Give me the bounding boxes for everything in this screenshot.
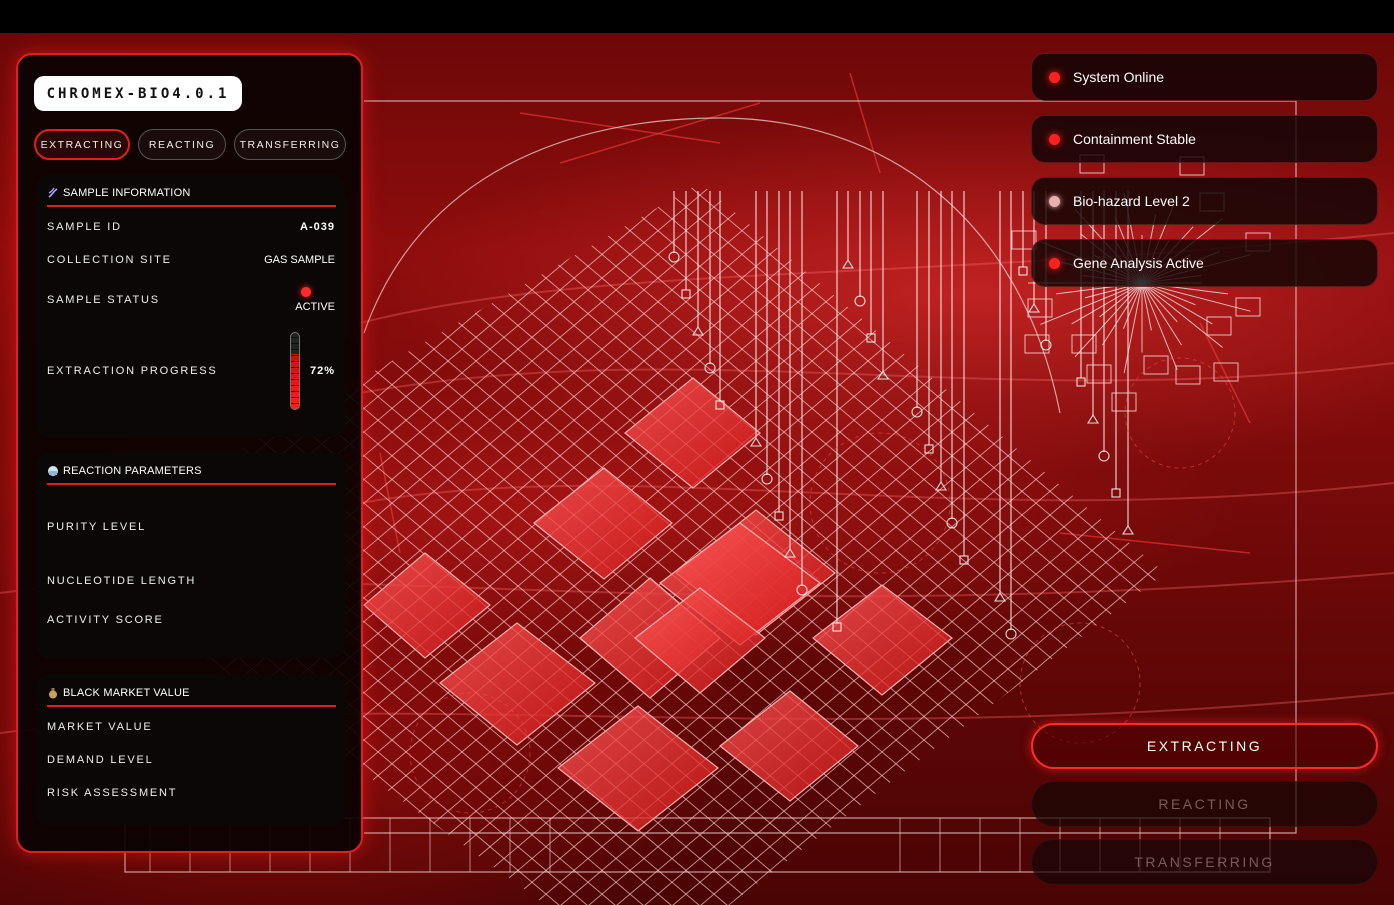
status-indicator-dot (301, 287, 311, 297)
sample-id-value: A-039 (300, 221, 335, 233)
status-biohazard-level: Bio-hazard Level 2 (1031, 177, 1378, 225)
reaction-parameters-card: REACTION PARAMETERS PURITY LEVEL NUCLEOT… (36, 453, 345, 658)
status-led (1049, 257, 1060, 269)
collection-site-label: COLLECTION SITE (47, 254, 172, 266)
sample-id-label: SAMPLE ID (47, 221, 122, 233)
demand-level-label: DEMAND LEVEL (47, 754, 154, 766)
extracting-button[interactable]: EXTRACTING (1031, 723, 1378, 769)
status-text: System Online (1073, 69, 1165, 85)
sample-status-value: ACTIVE (295, 301, 335, 313)
dna-icon (48, 187, 58, 198)
extraction-progress-label: EXTRACTION PROGRESS (47, 365, 218, 377)
purity-level-label: PURITY LEVEL (47, 521, 147, 533)
top-bar (0, 0, 1394, 43)
sample-information-card: SAMPLE INFORMATION SAMPLE ID A-039 COLLE… (36, 175, 345, 437)
nucleotide-length-label: NUCLEOTIDE LENGTH (47, 575, 197, 587)
market-value-label: MARKET VALUE (47, 721, 153, 733)
status-text: Bio-hazard Level 2 (1073, 193, 1190, 209)
sample-information-title: SAMPLE INFORMATION (63, 187, 191, 199)
tab-extracting[interactable]: EXTRACTING (34, 129, 130, 160)
status-led (1049, 71, 1060, 83)
reacting-button[interactable]: REACTING (1031, 781, 1378, 827)
extraction-progress-value: 72% (309, 365, 335, 377)
status-text: Gene Analysis Active (1073, 255, 1204, 271)
black-market-value-card: BLACK MARKET VALUE MARKET VALUE DEMAND L… (36, 675, 345, 825)
transferring-button[interactable]: TRANSFERRING (1031, 839, 1378, 885)
visualization-stage: CHROMEX-BIO4.0.1 EXTRACTING REACTING TRA… (0, 33, 1394, 905)
collection-site-value: GAS SAMPLE (264, 254, 335, 266)
status-system-online: System Online (1031, 53, 1378, 101)
tab-transferring[interactable]: TRANSFERRING (234, 129, 346, 160)
status-led (1049, 133, 1060, 145)
sample-status-label: SAMPLE STATUS (47, 294, 160, 306)
card-divider (47, 205, 336, 207)
app-logo: CHROMEX-BIO4.0.1 (34, 76, 242, 111)
card-divider (47, 705, 336, 707)
risk-assessment-label: RISK ASSESSMENT (47, 787, 178, 799)
extraction-progress-gauge (290, 332, 300, 410)
mode-tabs: EXTRACTING REACTING TRANSFERRING (34, 129, 346, 160)
black-market-value-title: BLACK MARKET VALUE (63, 687, 190, 699)
status-containment-stable: Containment Stable (1031, 115, 1378, 163)
reaction-parameters-title: REACTION PARAMETERS (63, 465, 202, 477)
status-gene-analysis: Gene Analysis Active (1031, 239, 1378, 287)
tab-reacting[interactable]: REACTING (138, 129, 226, 160)
status-led (1049, 195, 1060, 207)
money-bag-icon (49, 688, 57, 699)
status-text: Containment Stable (1073, 131, 1196, 147)
control-panel: CHROMEX-BIO4.0.1 EXTRACTING REACTING TRA… (16, 53, 363, 853)
card-divider (47, 483, 336, 485)
activity-score-label: ACTIVITY SCORE (47, 614, 164, 626)
beaker-icon (48, 466, 58, 476)
